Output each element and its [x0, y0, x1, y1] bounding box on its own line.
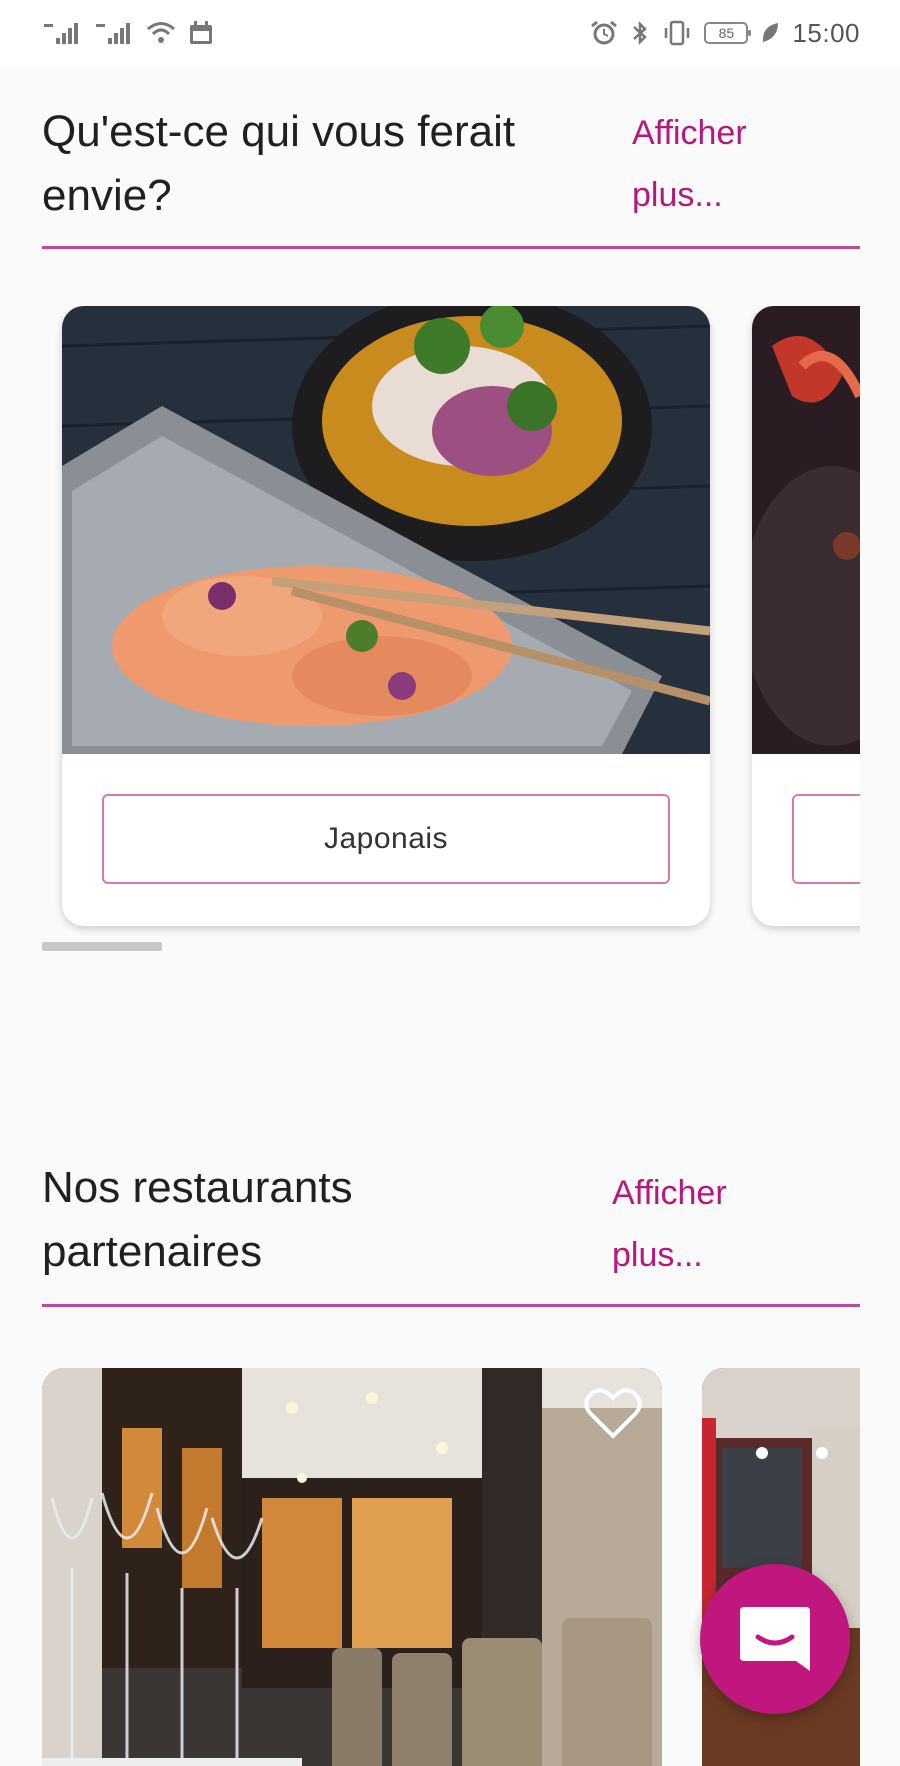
categories-more-link[interactable]: Afficher plus...	[632, 102, 782, 226]
carousel-scroll-indicator	[42, 942, 162, 951]
calendar-icon	[188, 20, 214, 46]
restaurants-more-link[interactable]: Afficher plus...	[612, 1162, 762, 1286]
restaurant-interior-photo	[42, 1368, 662, 1766]
vibrate-icon	[662, 20, 692, 46]
restaurants-header: Nos restaurants partenaires Afficher plu…	[42, 1156, 860, 1310]
bluetooth-icon	[630, 20, 650, 46]
status-time: 15:00	[792, 17, 860, 48]
category-card[interactable]	[752, 306, 860, 926]
category-card[interactable]: Japonais	[62, 306, 710, 926]
categories-header: Qu'est-ce qui vous ferait envie? Affiche…	[42, 100, 860, 254]
categories-title: Qu'est-ce qui vous ferait envie?	[42, 107, 516, 220]
status-left-icons	[42, 20, 214, 46]
alarm-icon	[590, 20, 618, 46]
category-button[interactable]	[792, 794, 860, 884]
category-button-japonais[interactable]: Japonais	[102, 794, 670, 884]
wifi-icon	[146, 20, 176, 46]
signal-icon	[94, 20, 134, 46]
restaurants-carousel[interactable]	[42, 1368, 860, 1766]
leaf-icon	[760, 20, 780, 46]
categories-divider	[42, 246, 860, 249]
favorite-heart-icon[interactable]	[584, 1386, 642, 1440]
food-photo	[752, 306, 860, 754]
status-right-icons: 85 15:00	[590, 18, 860, 49]
categories-carousel[interactable]: Japonais	[42, 306, 860, 946]
chat-icon	[740, 1607, 810, 1671]
status-bar: 85 15:00	[0, 0, 900, 66]
restaurants-divider	[42, 1304, 860, 1307]
chat-fab-button[interactable]	[700, 1564, 850, 1714]
battery-icon: 85	[704, 22, 752, 44]
signal-icon	[42, 20, 82, 46]
japanese-food-photo	[62, 306, 710, 754]
restaurants-title: Nos restaurants partenaires	[42, 1163, 353, 1276]
restaurant-card[interactable]	[42, 1368, 662, 1766]
battery-level: 85	[718, 25, 735, 41]
